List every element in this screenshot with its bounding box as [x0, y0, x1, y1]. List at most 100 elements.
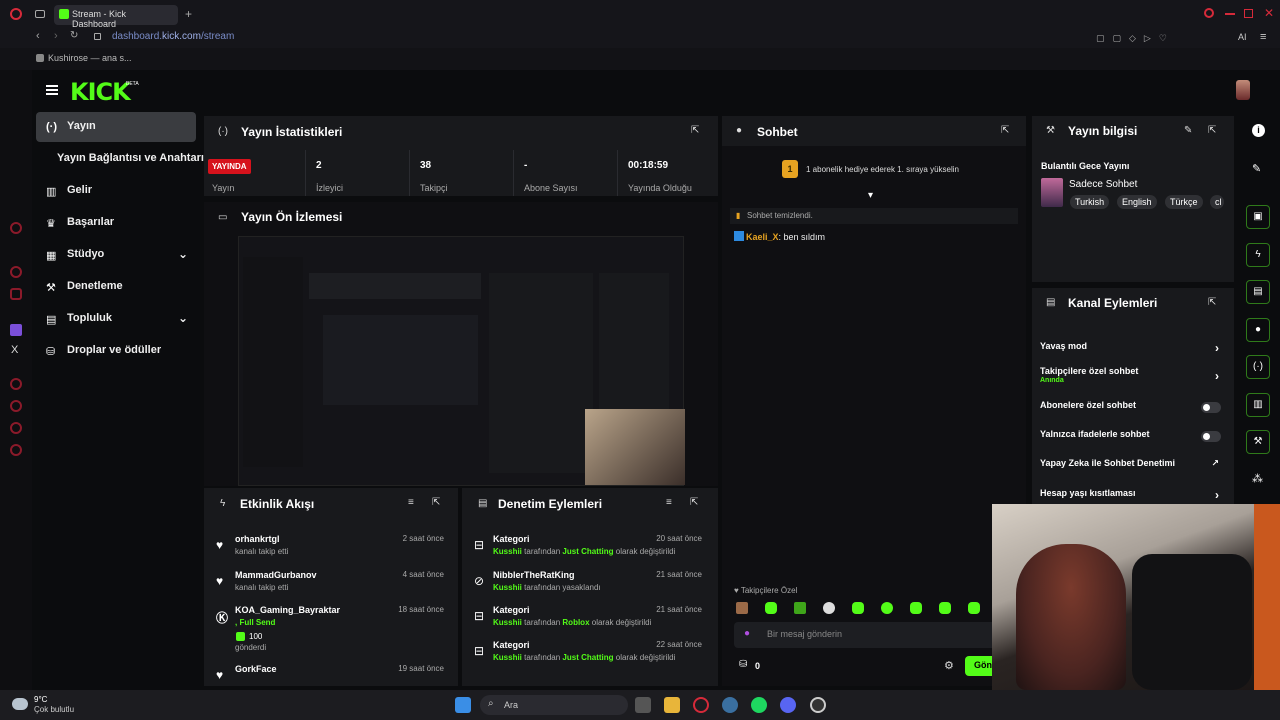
- file-explorer-icon[interactable]: [664, 697, 680, 713]
- sidebar-item-droplar[interactable]: ⛁ Droplar ve ödüller: [36, 336, 196, 366]
- mod-actor[interactable]: Kusshii: [493, 547, 522, 556]
- sidebar-item-gelir[interactable]: ▥ Gelir: [36, 176, 196, 206]
- emote-icon[interactable]: [823, 602, 835, 614]
- chat-input[interactable]: ● Bir mesaj gönderin: [734, 622, 1014, 648]
- action-followers-only[interactable]: Takipçilere özel sohbet Anında ›: [1040, 366, 1225, 390]
- scroll-indicator-icon[interactable]: ▾: [868, 190, 873, 201]
- sidebar-item-denetleme[interactable]: ⚒ Denetleme: [36, 272, 196, 302]
- popout-icon[interactable]: ⇱: [691, 125, 699, 136]
- settings-icon[interactable]: [10, 444, 22, 456]
- browser-tab[interactable]: Stream - Kick Dashboard: [54, 5, 178, 29]
- back-icon[interactable]: ‹: [36, 30, 40, 42]
- action-ai-moderation[interactable]: Yapay Zeka ile Sohbet Denetimi ↗: [1040, 458, 1225, 478]
- mod-actor[interactable]: Kusshii: [493, 583, 522, 592]
- close-icon[interactable]: ✕: [1264, 6, 1274, 20]
- chat-username[interactable]: Kaeli_X: [746, 232, 779, 242]
- forward-icon[interactable]: ›: [54, 30, 58, 42]
- sidebar-item-yayin[interactable]: (·) Yayın: [36, 112, 196, 142]
- microphone-icon[interactable]: ●: [744, 628, 750, 639]
- sidebar-item-studyo[interactable]: ▦ Stüdyo ⌄: [36, 240, 196, 270]
- twitch-icon[interactable]: [10, 324, 22, 336]
- taskbar-search[interactable]: ⌕ Ara: [480, 695, 628, 715]
- music-icon[interactable]: [10, 378, 22, 390]
- ai-button[interactable]: AI: [1238, 32, 1247, 42]
- stream-tag[interactable]: Turkish: [1070, 195, 1110, 209]
- minimize-icon[interactable]: [1225, 13, 1235, 15]
- mod-actor[interactable]: Kusshii: [493, 653, 522, 662]
- emote-icon[interactable]: [794, 602, 806, 614]
- stream-category[interactable]: Sadece Sohbet: [1069, 179, 1137, 190]
- notes-button[interactable]: ▤: [1246, 280, 1270, 304]
- bookmark-rail-icon[interactable]: [10, 422, 22, 434]
- spotify-icon[interactable]: [751, 697, 767, 713]
- popout-icon[interactable]: ⇱: [1001, 125, 1009, 136]
- gear-icon[interactable]: ⚙: [944, 659, 954, 672]
- layout-button[interactable]: ▥: [1246, 393, 1270, 417]
- tab-manager-icon[interactable]: [35, 10, 45, 18]
- search-icon[interactable]: [1204, 8, 1214, 18]
- subscribers-only-toggle[interactable]: [1201, 402, 1221, 413]
- edit-icon[interactable]: ✎: [1184, 125, 1192, 136]
- sidebar-item-basarilar[interactable]: ♛ Başarılar: [36, 208, 196, 238]
- bookmark-item[interactable]: Kushirose — ana s...: [48, 53, 132, 63]
- popout-icon[interactable]: ⇱: [1208, 297, 1216, 308]
- mod-title[interactable]: NibblerTheRatKing: [493, 570, 575, 580]
- stream-preview-video[interactable]: [238, 236, 685, 486]
- action-emotes-only[interactable]: Yalnızca ifadelerle sohbet: [1040, 429, 1225, 449]
- gift-icon[interactable]: ⛁: [739, 659, 747, 670]
- filter-icon[interactable]: ≡: [408, 497, 414, 508]
- hamburger-icon[interactable]: [46, 85, 58, 95]
- emote-icon[interactable]: [968, 602, 980, 614]
- url-field[interactable]: dashboard.kick.com/stream: [112, 31, 234, 42]
- pencil-icon[interactable]: ✎: [1252, 162, 1261, 175]
- lightning-button[interactable]: ϟ: [1246, 243, 1270, 267]
- messenger-icon[interactable]: [10, 266, 22, 278]
- emote-icon[interactable]: [881, 602, 893, 614]
- kick-logo[interactable]: KICK: [70, 78, 131, 106]
- sidebar-item-stream-key[interactable]: Yayın Bağlantısı ve Anahtarı: [36, 144, 204, 174]
- new-tab-icon[interactable]: +: [185, 7, 192, 21]
- stream-tag[interactable]: Türkçe: [1165, 195, 1203, 209]
- popout-icon[interactable]: ⇱: [690, 497, 698, 508]
- action-slow-mode[interactable]: Yavaş mod ›: [1040, 341, 1225, 361]
- stream-tag[interactable]: English: [1117, 195, 1157, 209]
- weather-icon[interactable]: [12, 698, 28, 710]
- stream-tag[interactable]: cl: [1210, 195, 1224, 209]
- sidebar-item-topluluk[interactable]: ▤ Topluluk ⌄: [36, 304, 196, 334]
- extension-icons[interactable]: ▢▢◇▷♡: [1096, 33, 1216, 43]
- info-icon[interactable]: i: [1252, 124, 1265, 137]
- maximize-icon[interactable]: [1244, 9, 1253, 18]
- filter-icon[interactable]: ≡: [666, 497, 672, 508]
- windows-start-icon[interactable]: [455, 697, 471, 713]
- wrench-button[interactable]: ⚒: [1246, 430, 1270, 454]
- mod-actor[interactable]: Kusshii: [493, 618, 522, 627]
- feed-user[interactable]: orhankrtgl: [235, 534, 280, 544]
- broadcast-button[interactable]: (·): [1246, 355, 1270, 379]
- feed-user[interactable]: GorkFace: [235, 664, 277, 674]
- obs-icon[interactable]: [810, 697, 826, 713]
- feed-user[interactable]: KOA_Gaming_Bayraktar: [235, 605, 340, 615]
- emote-icon[interactable]: [939, 602, 951, 614]
- popout-icon[interactable]: ⇱: [1208, 125, 1216, 136]
- chat-button[interactable]: ●: [1246, 318, 1270, 342]
- gift-leaderboard-text[interactable]: 1 abonelik hediye ederek 1. sıraya yükse…: [806, 165, 959, 174]
- task-view-icon[interactable]: [635, 697, 651, 713]
- emote-icon[interactable]: [765, 602, 777, 614]
- clock-icon[interactable]: [10, 400, 22, 412]
- steam-icon[interactable]: [722, 697, 738, 713]
- opera-taskbar-icon[interactable]: [693, 697, 709, 713]
- action-subscribers-only[interactable]: Abonelere özel sohbet: [1040, 400, 1225, 420]
- x-icon[interactable]: X: [11, 344, 18, 356]
- instagram-icon[interactable]: [10, 288, 22, 300]
- emote-icon[interactable]: [910, 602, 922, 614]
- more-icon[interactable]: ⁂: [1252, 472, 1263, 485]
- clip-button[interactable]: ▣: [1246, 205, 1270, 229]
- reload-icon[interactable]: ↻: [70, 30, 78, 41]
- feed-user[interactable]: MammadGurbanov: [235, 570, 317, 580]
- popout-icon[interactable]: ⇱: [432, 497, 440, 508]
- discord-icon[interactable]: [780, 697, 796, 713]
- emotes-only-toggle[interactable]: [1201, 431, 1221, 442]
- menu-icon[interactable]: ≡: [1260, 31, 1266, 43]
- opera-icon[interactable]: [10, 8, 22, 20]
- emote-icon[interactable]: [736, 602, 748, 614]
